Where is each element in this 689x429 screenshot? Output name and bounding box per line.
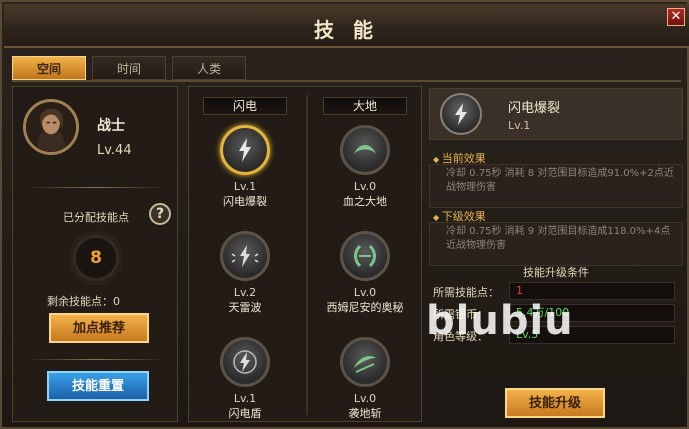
allocated-points-label: 已分配技能点 [63, 211, 129, 224]
earth-bracket-icon [340, 231, 390, 281]
skill-name: 血之大地 [343, 195, 387, 208]
tab-time[interactable]: 时间 [92, 56, 166, 80]
allocated-points-value: 8 [90, 248, 102, 268]
skill-lightning-shield[interactable]: Lv.1 闪电盾 [195, 337, 295, 421]
tab-space[interactable]: 空间 [12, 56, 86, 80]
skill-detail-header: 闪电爆裂 Lv.1 [429, 88, 683, 140]
skill-detail-level: Lv.1 [508, 119, 531, 132]
skill-lightning-burst[interactable]: Lv.1 闪电爆裂 [195, 125, 295, 209]
skill-name: 天雷波 [228, 301, 262, 314]
tab-divider [12, 80, 681, 82]
skill-detail-name: 闪电爆裂 [508, 101, 561, 116]
current-effect-text: 冷却 0.75秒 消耗 8 对范围目标造成91.0%+2点近战物理伤害 [446, 168, 674, 193]
next-effect-box: 冷却 0.75秒 消耗 9 对范围目标造成118.0%+4点近战物理伤害 [429, 222, 683, 266]
skill-ground-slash[interactable]: Lv.0 袭地斩 [315, 337, 415, 421]
points-ring: 8 [69, 231, 123, 285]
character-panel: 战士 Lv.44 已分配技能点 ? 8 剩余技能点：0 加点推荐 技能重置 [12, 86, 178, 422]
skill-level: Lv.0 [353, 286, 377, 299]
skill-level: Lv.1 [233, 180, 257, 193]
earth-slash-icon [340, 337, 390, 387]
close-button[interactable]: ✕ [667, 8, 685, 26]
skill-level: Lv.2 [233, 286, 257, 299]
next-effect-text: 冷却 0.75秒 消耗 9 对范围目标造成118.0%+4点近战物理伤害 [446, 226, 671, 251]
skill-level: Lv.0 [353, 392, 377, 405]
divider [25, 359, 167, 360]
current-effect-box: 冷却 0.75秒 消耗 8 对范围目标造成91.0%+2点近战物理伤害 [429, 164, 683, 208]
column-divider [306, 95, 308, 415]
skill-level: Lv.1 [233, 392, 257, 405]
help-icon[interactable]: ? [149, 203, 171, 225]
recommend-button[interactable]: 加点推荐 [49, 313, 149, 343]
lightning-burst-icon [220, 231, 270, 281]
skill-name: 西姆尼安的奥秘 [326, 301, 404, 314]
skill-thunder-wave[interactable]: Lv.2 天雷波 [195, 231, 295, 315]
reset-button[interactable]: 技能重置 [47, 371, 149, 401]
skill-simnian-mystery[interactable]: Lv.0 西姆尼安的奥秘 [315, 231, 415, 315]
window-title: 技 能 [314, 18, 379, 42]
divider [25, 187, 167, 188]
character-name: 战士 [97, 118, 125, 134]
skill-tree-panel: 闪电 大地 Lv.1 闪电爆裂 Lv.2 天雷波 Lv.1 闪电盾 Lv.0 血… [188, 86, 422, 422]
skill-name: 闪电爆裂 [223, 195, 267, 208]
watermark-logo: blubiu [426, 298, 574, 344]
column-header-lightning: 闪电 [203, 97, 287, 115]
lightning-icon [440, 93, 482, 135]
tab-human[interactable]: 人类 [172, 56, 246, 80]
remaining-points: 剩余技能点：0 [47, 295, 120, 308]
lightning-shield-icon [220, 337, 270, 387]
skill-level: Lv.0 [353, 180, 377, 193]
upgrade-button[interactable]: 技能升级 [505, 388, 605, 418]
column-header-earth: 大地 [323, 97, 407, 115]
skill-name: 袭地斩 [348, 407, 382, 420]
skill-blood-earth[interactable]: Lv.0 血之大地 [315, 125, 415, 209]
conditions-title: 技能升级条件 [523, 266, 589, 279]
character-level: Lv.44 [97, 143, 132, 158]
title-bar: 技 能 [4, 4, 689, 48]
lightning-icon [220, 125, 270, 175]
skill-name: 闪电盾 [228, 407, 262, 420]
avatar [23, 99, 79, 155]
skill-detail-panel: 闪电爆裂 Lv.1 当前效果 冷却 0.75秒 消耗 8 对范围目标造成91.0… [429, 88, 683, 422]
skill-window: 技 能 ✕ 空间 时间 人类 战士 Lv.44 已分配技能点 ? 8 剩余技能点… [0, 0, 689, 429]
earth-arc-icon [340, 125, 390, 175]
